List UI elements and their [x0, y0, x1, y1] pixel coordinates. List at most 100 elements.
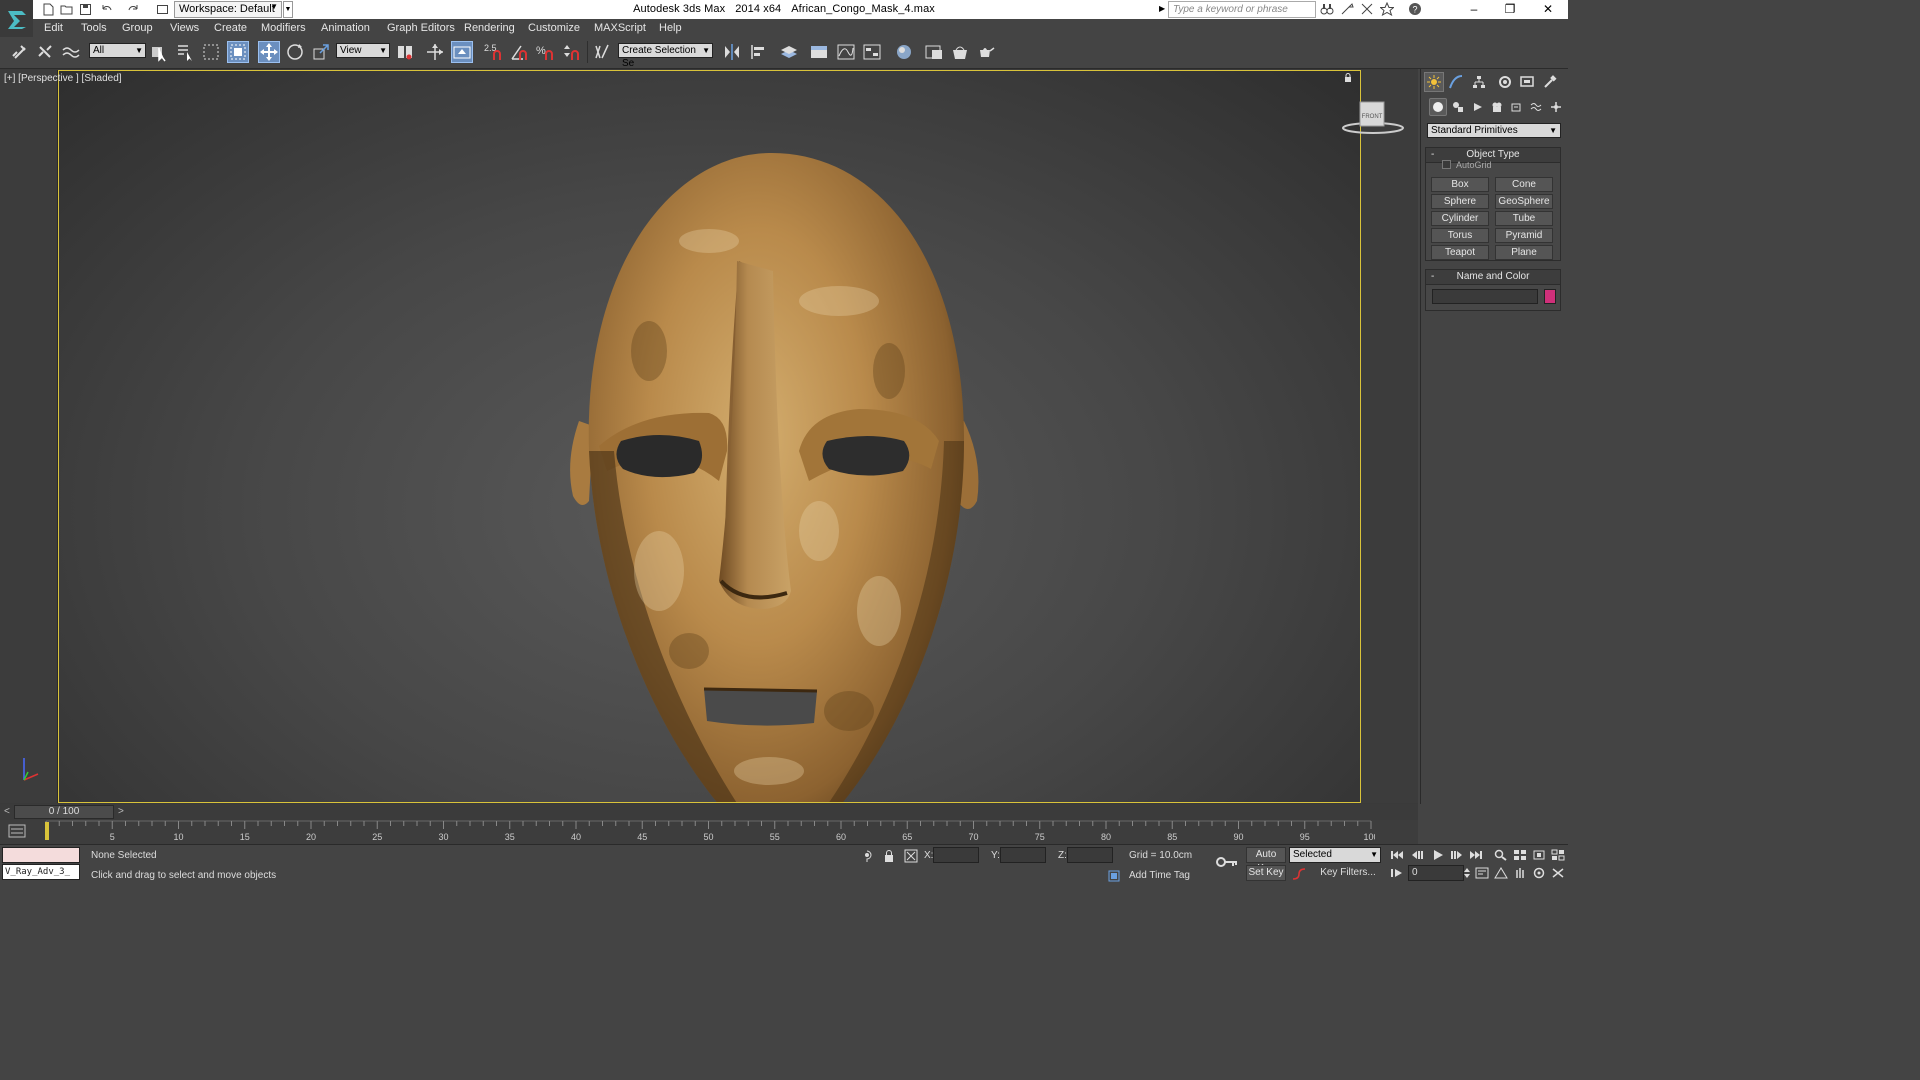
- maximize-viewport-toggle-icon[interactable]: [1550, 866, 1566, 880]
- zoom-extents-all-icon[interactable]: [1550, 848, 1566, 862]
- menu-graph-editors[interactable]: Graph Editors: [387, 22, 455, 34]
- orbit-icon[interactable]: [1531, 866, 1547, 880]
- menu-modifiers[interactable]: Modifiers: [261, 22, 306, 34]
- cylinder-button[interactable]: Cylinder: [1431, 211, 1489, 226]
- torus-button[interactable]: Torus: [1431, 228, 1489, 243]
- absolute-mode-transform-icon[interactable]: [904, 849, 918, 863]
- select-and-move-tool[interactable]: [258, 41, 280, 63]
- menu-help[interactable]: Help: [659, 22, 682, 34]
- reference-coordinate-system-dropdown[interactable]: View ▼: [336, 43, 390, 58]
- render-production-tool[interactable]: [975, 41, 997, 63]
- current-frame-marker[interactable]: [45, 822, 49, 840]
- curve-editor-tool[interactable]: [835, 41, 857, 63]
- menu-tools[interactable]: Tools: [81, 22, 107, 34]
- default-in-out-tangents-icon[interactable]: [1292, 867, 1306, 881]
- auto-key-button[interactable]: Auto Key: [1246, 847, 1286, 874]
- teapot-button[interactable]: Teapot: [1431, 245, 1489, 260]
- restore-button[interactable]: ❐: [1492, 0, 1528, 19]
- perspective-viewport[interactable]: [58, 70, 1361, 803]
- chevron-right-icon[interactable]: ▶: [1159, 4, 1165, 13]
- communication-center-icon[interactable]: [1360, 2, 1374, 16]
- tab-hierarchy[interactable]: [1469, 72, 1489, 92]
- maxscript-mini-listener[interactable]: V_Ray_Adv_3_: [2, 864, 80, 880]
- z-coord-field[interactable]: [1067, 847, 1113, 863]
- align-tool[interactable]: [748, 41, 770, 63]
- lock-icon[interactable]: [1344, 73, 1352, 82]
- play-icon[interactable]: [1430, 848, 1446, 862]
- zoom-extents-icon[interactable]: [1531, 848, 1547, 862]
- track-bar[interactable]: 5 10 15 20 25 30 35 40 45 50 55 60 65 70 75 80 85 90 95 100: [0, 820, 1418, 844]
- tab-utilities[interactable]: [1540, 72, 1560, 92]
- pan-view-icon[interactable]: [1512, 866, 1528, 880]
- object-name-field[interactable]: [1432, 289, 1538, 304]
- keyboard-shortcut-override-toggle[interactable]: [451, 41, 473, 63]
- object-category-dropdown[interactable]: Standard Primitives ▼: [1427, 123, 1561, 138]
- previous-frame-arrow[interactable]: <: [4, 806, 10, 817]
- category-geometry[interactable]: [1429, 98, 1447, 116]
- maxscript-mini-listener-pink[interactable]: [2, 847, 80, 863]
- y-coord-field[interactable]: [1000, 847, 1046, 863]
- unlink-selection-tool[interactable]: [34, 41, 56, 63]
- selection-lock-icon[interactable]: [882, 849, 896, 863]
- field-of-view-icon[interactable]: [1493, 866, 1509, 880]
- spinner-snap-toggle[interactable]: [560, 41, 582, 63]
- current-frame-field[interactable]: 0: [1408, 865, 1464, 881]
- geosphere-button[interactable]: GeoSphere: [1495, 194, 1553, 209]
- time-slider-thumb[interactable]: 0 / 100: [14, 805, 114, 819]
- tab-modify[interactable]: [1446, 72, 1466, 92]
- snaps-toggle[interactable]: 2.5: [482, 41, 504, 63]
- window-crossing-toggle[interactable]: [227, 41, 249, 63]
- sphere-button[interactable]: Sphere: [1431, 194, 1489, 209]
- rectangular-selection-region-tool[interactable]: [200, 41, 222, 63]
- tube-button[interactable]: Tube: [1495, 211, 1553, 226]
- menu-animation[interactable]: Animation: [321, 22, 370, 34]
- go-to-start-icon[interactable]: [1389, 848, 1405, 862]
- named-selection-set-dropdown[interactable]: Create Selection Se ▼: [618, 43, 713, 69]
- isolate-selection-icon[interactable]: [860, 849, 874, 863]
- toggle-scene-explorer-tool[interactable]: [778, 41, 800, 63]
- plane-button[interactable]: Plane: [1495, 245, 1553, 260]
- mirror-tool[interactable]: [721, 41, 743, 63]
- frame-spinner-icon[interactable]: [1459, 866, 1475, 880]
- previous-frame-icon[interactable]: [1410, 848, 1426, 862]
- next-frame-arrow[interactable]: >: [118, 806, 124, 817]
- menu-rendering[interactable]: Rendering: [464, 22, 515, 34]
- select-object-tool[interactable]: [148, 41, 170, 63]
- binoculars-icon[interactable]: [1320, 2, 1334, 16]
- category-cameras[interactable]: [1488, 98, 1506, 116]
- toggle-ribbon-tool[interactable]: [808, 41, 830, 63]
- menu-views[interactable]: Views: [170, 22, 199, 34]
- x-coord-field[interactable]: [933, 847, 979, 863]
- use-pivot-point-center-tool[interactable]: [394, 41, 416, 63]
- next-frame-icon[interactable]: [1448, 848, 1464, 862]
- pyramid-button[interactable]: Pyramid: [1495, 228, 1553, 243]
- schematic-view-tool[interactable]: [861, 41, 883, 63]
- minimize-button[interactable]: –: [1456, 0, 1492, 19]
- menu-customize[interactable]: Customize: [528, 22, 580, 34]
- viewport-label-menu[interactable]: [+] [Perspective ] [Shaded]: [4, 73, 122, 84]
- render-setup-tool[interactable]: [923, 41, 945, 63]
- favorites-star-icon[interactable]: [1380, 2, 1394, 16]
- cone-button[interactable]: Cone: [1495, 177, 1553, 192]
- box-button[interactable]: Box: [1431, 177, 1489, 192]
- object-color-swatch[interactable]: [1544, 289, 1556, 304]
- select-by-name-tool[interactable]: [174, 41, 196, 63]
- subscription-icon[interactable]: [1340, 2, 1354, 16]
- select-and-manipulate-tool[interactable]: [424, 41, 446, 63]
- set-key-icon[interactable]: [1214, 851, 1240, 873]
- key-filters-button[interactable]: Key Filters...: [1310, 865, 1386, 881]
- select-and-link-tool[interactable]: [8, 41, 30, 63]
- menu-edit[interactable]: Edit: [44, 22, 63, 34]
- search-input[interactable]: Type a keyword or phrase: [1168, 1, 1316, 18]
- bind-to-space-warp-tool[interactable]: [60, 41, 82, 63]
- go-to-end-icon[interactable]: [1468, 848, 1484, 862]
- key-mode-dropdown[interactable]: Selected ▼: [1289, 847, 1381, 863]
- autogrid-checkbox[interactable]: [1442, 160, 1451, 169]
- category-systems[interactable]: [1547, 98, 1565, 116]
- african-mask-model[interactable]: [559, 151, 989, 803]
- time-tag-icon[interactable]: [1107, 869, 1121, 883]
- add-time-tag-button[interactable]: Add Time Tag: [1129, 870, 1190, 881]
- tab-motion[interactable]: [1495, 72, 1515, 92]
- angle-snap-toggle[interactable]: [508, 41, 530, 63]
- zoom-all-icon[interactable]: [1512, 848, 1528, 862]
